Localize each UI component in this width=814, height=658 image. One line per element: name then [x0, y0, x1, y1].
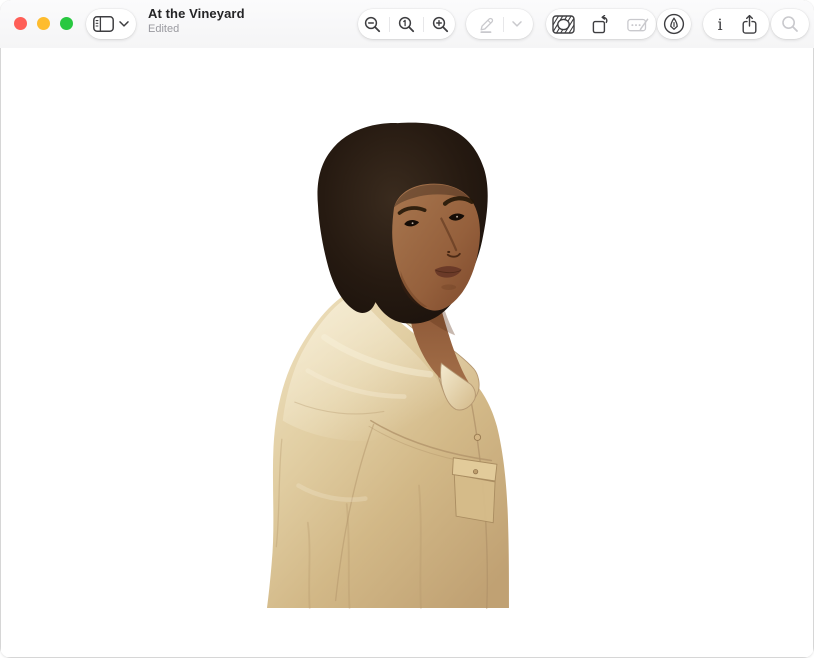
zoom-out-button[interactable]	[356, 9, 389, 39]
search-group	[771, 9, 809, 39]
sidebar-icon	[93, 16, 114, 32]
search-button[interactable]	[773, 9, 807, 39]
actual-size-button[interactable]	[390, 9, 423, 39]
search-icon	[781, 15, 799, 33]
rotate-left-button[interactable]	[583, 9, 619, 39]
image-tools-group	[546, 9, 656, 39]
markup-pen-circle-icon	[662, 12, 686, 36]
canvas	[1, 48, 813, 657]
preview-window: At the Vineyard Edited	[0, 0, 814, 658]
document-title-block: At the Vineyard Edited	[148, 7, 245, 35]
info-share-group: i	[703, 9, 769, 39]
zoom-controls-group	[358, 9, 455, 39]
photo-subject	[0, 48, 814, 658]
remove-background-button[interactable]	[544, 9, 583, 39]
rotate-left-icon	[591, 15, 611, 34]
document-status: Edited	[148, 24, 245, 35]
share-button[interactable]	[733, 9, 766, 39]
highlight-group	[466, 9, 533, 39]
info-icon: i	[715, 15, 725, 34]
share-icon	[741, 14, 758, 35]
highlighter-icon	[477, 14, 495, 34]
magnifier-minus-icon	[364, 16, 381, 33]
markup-group	[657, 9, 691, 39]
sidebar-group	[86, 9, 136, 39]
highlight-color-menu-button[interactable]	[504, 9, 530, 39]
magnifier-one-icon	[398, 16, 415, 33]
titlebar: At the Vineyard Edited	[0, 0, 814, 48]
zoom-in-button[interactable]	[424, 9, 457, 39]
magnifier-plus-icon	[432, 16, 449, 33]
close-button[interactable]	[14, 17, 27, 30]
zoom-window-button[interactable]	[60, 17, 73, 30]
sidebar-view-menu-button[interactable]	[119, 9, 137, 39]
minimize-button[interactable]	[37, 17, 50, 30]
sidebar-toggle-button[interactable]	[85, 9, 119, 39]
form-fill-icon	[627, 16, 650, 33]
svg-text:i: i	[717, 15, 722, 34]
document-title: At the Vineyard	[148, 7, 245, 20]
chevron-down-icon	[512, 21, 522, 27]
show-markup-toolbar-button[interactable]	[654, 9, 694, 39]
remove-background-icon	[552, 15, 575, 34]
fill-form-button[interactable]	[619, 9, 658, 39]
chevron-down-icon	[119, 21, 129, 27]
highlight-button[interactable]	[469, 9, 503, 39]
get-info-button[interactable]: i	[707, 9, 733, 39]
